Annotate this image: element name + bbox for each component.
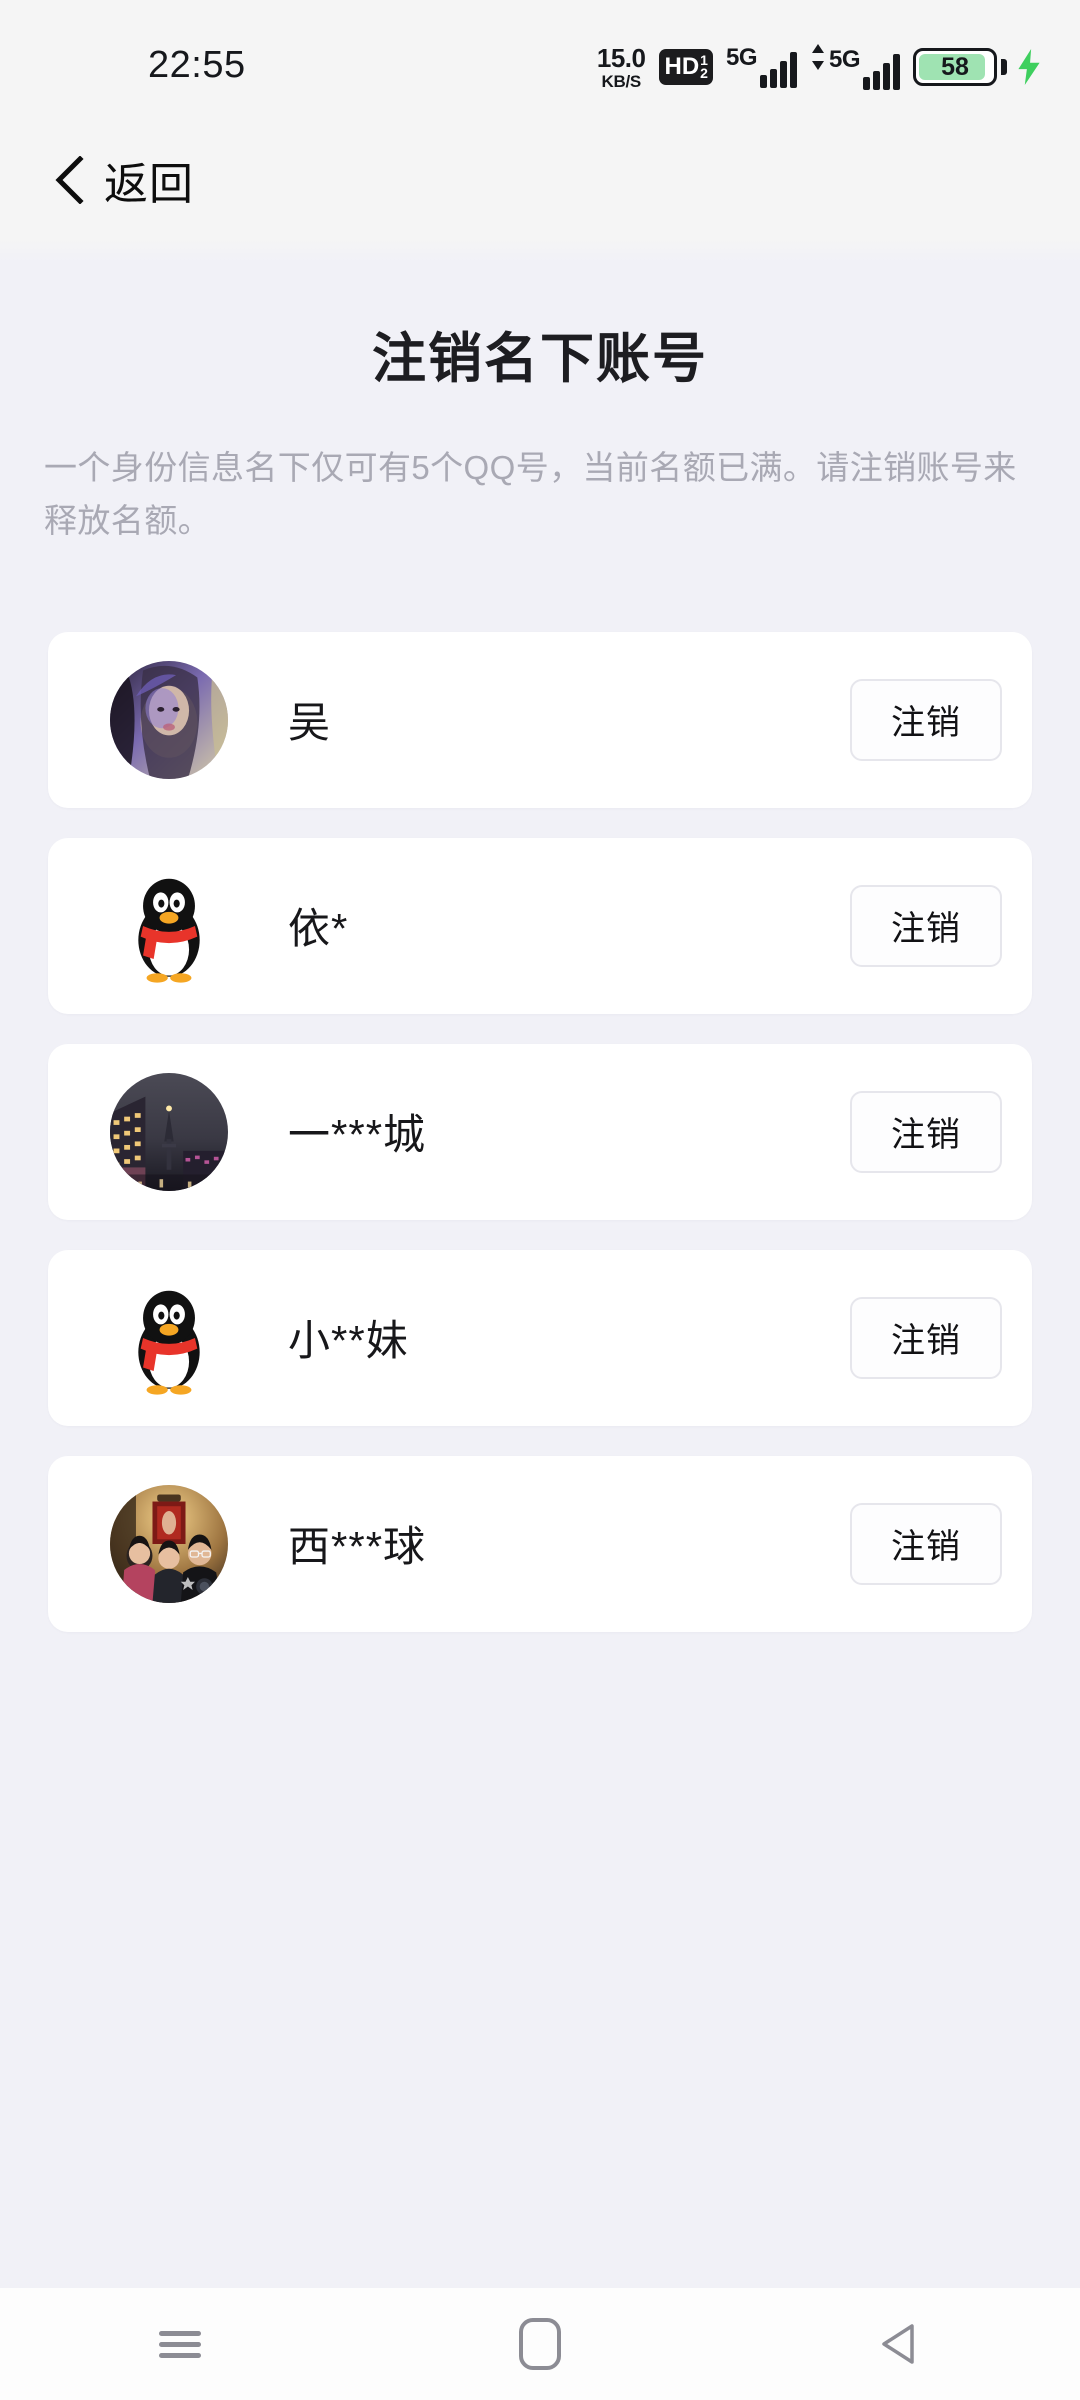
home-icon — [519, 2318, 561, 2370]
battery-tip — [1001, 59, 1007, 75]
sim1-network-type: 5G — [725, 44, 758, 71]
phone-screen: 22:55 15.0 KB/S HD 1 2 5G 5G 58 返回 注销名下账… — [0, 0, 1080, 2400]
back-button-label: 返回 — [104, 160, 194, 209]
account-row[interactable]: 小**妹 注销 — [48, 1249, 1032, 1426]
app-navigation-bar: 返回 — [0, 112, 1080, 248]
avatar — [110, 1484, 228, 1603]
status-bar: 22:55 15.0 KB/S HD 1 2 5G 5G 58 — [0, 0, 1080, 112]
data-transfer-arrows-icon — [810, 44, 826, 70]
avatar — [110, 660, 228, 779]
hd-sim2-number: 2 — [700, 65, 708, 81]
deactivate-button[interactable]: 注销 — [850, 1502, 1002, 1585]
sim2-network-type: 5G — [828, 46, 861, 73]
battery-indicator: 58 — [913, 48, 1042, 86]
account-name: 西***球 — [288, 1523, 427, 1571]
account-row[interactable]: 吴 注销 — [48, 631, 1032, 808]
qq-penguin-avatar-icon — [110, 866, 228, 985]
account-name: 依* — [288, 905, 349, 953]
portrait-photo-avatar-icon — [110, 660, 228, 779]
system-back-button[interactable] — [810, 2288, 990, 2400]
hd-label: HD — [664, 53, 700, 80]
system-navigation-bar — [0, 2288, 1080, 2400]
page-description: 一个身份信息名下仅可有5个QQ号，当前名额已满。请注销账号来释放名额。 — [44, 449, 1017, 540]
chevron-left-icon — [55, 156, 84, 204]
sim2-signal-bars-icon — [863, 54, 900, 90]
sim1-signal-bars-icon — [759, 52, 797, 88]
deactivate-button[interactable]: 注销 — [850, 1296, 1002, 1379]
account-row[interactable]: 一***城 注销 — [48, 1043, 1032, 1220]
account-name: 小**妹 — [288, 1317, 409, 1365]
back-triangle-icon — [882, 2324, 914, 2364]
account-list: 吴 注销 依* 注销 一***城 注销 小**妹 注销 西***球 注销 — [0, 631, 1080, 1632]
network-speed-unit: KB/S — [601, 71, 641, 91]
hd-voice-icon: HD 1 2 — [658, 49, 713, 85]
recents-menu-icon — [159, 2325, 201, 2364]
battery-icon: 58 — [913, 48, 997, 86]
network-speed-value: 15.0 — [596, 42, 646, 73]
deactivate-button[interactable]: 注销 — [850, 678, 1002, 761]
status-bar-indicators: 15.0 KB/S HD 1 2 5G 5G 58 — [597, 44, 1042, 90]
deactivate-button[interactable]: 注销 — [850, 1090, 1002, 1173]
avatar — [110, 1072, 228, 1191]
page-title: 注销名下账号 — [372, 329, 708, 389]
system-home-button[interactable] — [450, 2288, 630, 2400]
network-speed-indicator: 15.0 KB/S — [597, 45, 646, 90]
status-bar-clock: 22:55 — [148, 44, 246, 86]
sim2-signal-indicator: 5G — [810, 44, 900, 90]
charging-bolt-icon — [1018, 49, 1040, 85]
cityscape-photo-avatar-icon — [110, 1072, 228, 1191]
account-row[interactable]: 依* 注销 — [48, 837, 1032, 1014]
account-name: 一***城 — [288, 1111, 427, 1159]
header-divider — [0, 240, 1080, 262]
account-name: 吴 — [288, 699, 332, 747]
sim1-signal-indicator: 5G — [726, 46, 797, 88]
system-recents-button[interactable] — [90, 2288, 270, 2400]
avatar — [110, 1278, 228, 1397]
page-content: 注销名下账号 一个身份信息名下仅可有5个QQ号，当前名额已满。请注销账号来释放名… — [0, 262, 1080, 1662]
avatar — [110, 866, 228, 985]
group-photo-avatar-icon — [110, 1484, 228, 1603]
deactivate-button[interactable]: 注销 — [850, 884, 1002, 967]
account-row[interactable]: 西***球 注销 — [48, 1455, 1032, 1632]
qq-penguin-avatar-icon — [110, 1278, 228, 1397]
back-button[interactable]: 返回 — [40, 140, 208, 220]
battery-percent-label: 58 — [941, 52, 969, 81]
hd-sim-numbers: 1 2 — [700, 53, 708, 81]
